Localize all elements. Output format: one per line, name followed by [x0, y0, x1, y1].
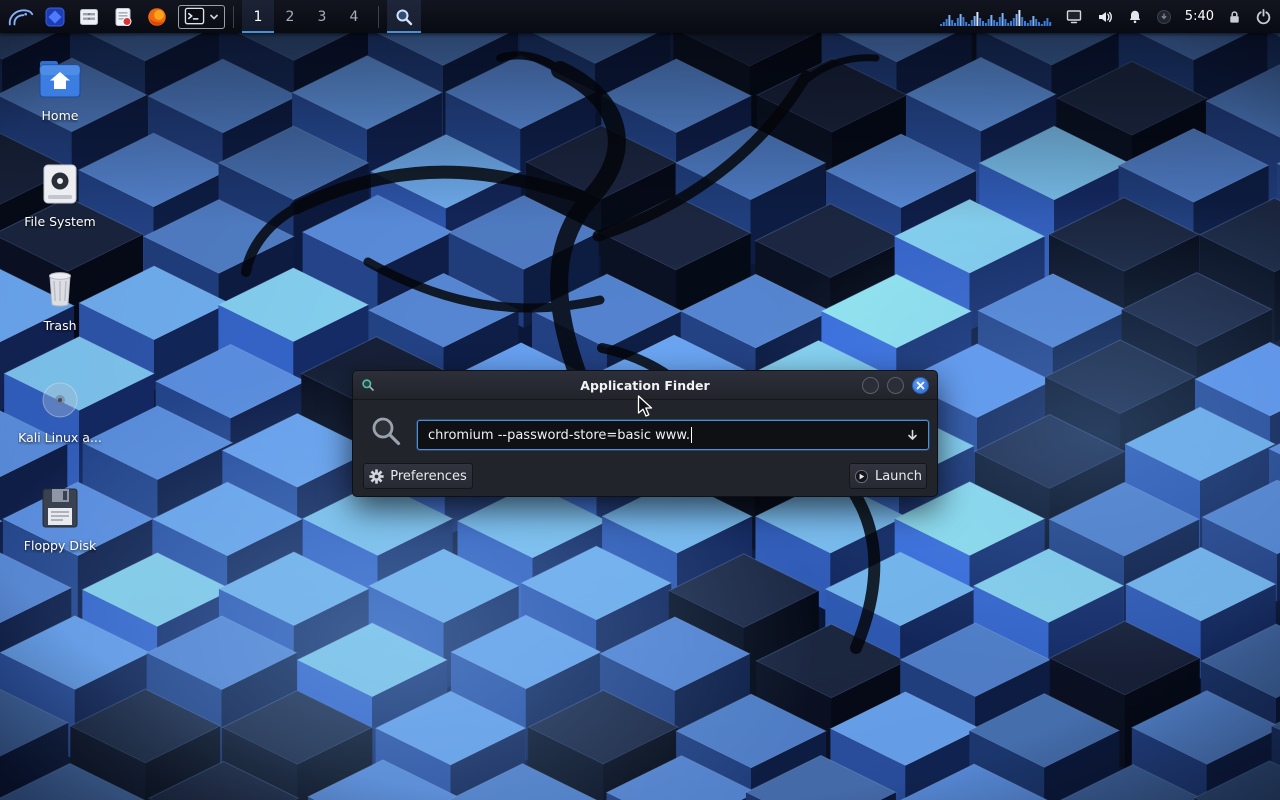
notifications-bell-icon: [1127, 9, 1143, 25]
preferences-label: Preferences: [390, 469, 466, 484]
display-icon: [1065, 9, 1083, 25]
application-finder-window: Application Finder chromium --password-s…: [352, 370, 938, 497]
kali-disc-icon: [38, 378, 82, 422]
taskbar-app-finder-button[interactable]: [387, 0, 421, 33]
maximize-button[interactable]: [887, 377, 904, 394]
status-indicator-button[interactable]: [1156, 0, 1172, 33]
search-input[interactable]: chromium --password-store=basic www.: [417, 420, 929, 450]
launch-icon: [854, 469, 869, 484]
workspace-app-icon: [44, 6, 66, 28]
notifications-button[interactable]: [1127, 0, 1143, 33]
lock-screen-button[interactable]: [1227, 0, 1242, 33]
workspace-button-4[interactable]: 4: [338, 0, 370, 33]
status-circle-icon: [1156, 9, 1172, 25]
launcher-workspace-app[interactable]: [38, 0, 72, 33]
launch-label: Launch: [875, 469, 922, 484]
logout-button[interactable]: [1255, 0, 1272, 33]
clock[interactable]: 5:40: [1185, 0, 1214, 33]
kali-menu-button[interactable]: [4, 0, 38, 33]
desktop-icon-label: Home: [42, 108, 79, 123]
workspace-label: 4: [350, 9, 359, 25]
workspace-button-1[interactable]: 1: [242, 0, 274, 33]
lock-icon: [1227, 9, 1242, 25]
gear-icon: [369, 469, 384, 484]
close-button[interactable]: [912, 377, 929, 394]
dropdown-arrow-icon[interactable]: [906, 429, 919, 442]
desktop-icon-label: Floppy Disk: [24, 538, 96, 553]
workspace-label: 2: [286, 9, 295, 25]
terminal-icon: [184, 6, 205, 27]
search-icon: [370, 415, 402, 447]
workspace-button-3[interactable]: 3: [306, 0, 338, 33]
desktop-icon-label: Trash: [43, 318, 76, 333]
window-title: Application Finder: [353, 378, 937, 393]
kali-menu-icon: [7, 5, 35, 29]
launcher-terminal[interactable]: [178, 5, 225, 29]
file-manager-icon: [78, 6, 100, 28]
window-controls: [862, 377, 937, 394]
desktop-icon-label: Kali Linux a...: [18, 430, 102, 445]
chevron-down-icon: [209, 13, 219, 21]
workspace-button-2[interactable]: 2: [274, 0, 306, 33]
display-settings-button[interactable]: [1065, 0, 1083, 33]
floppy-disk-icon: [37, 486, 83, 530]
workspace-label: 1: [254, 9, 263, 25]
preferences-button[interactable]: Preferences: [363, 463, 473, 489]
launcher-firefox[interactable]: [140, 0, 174, 33]
close-icon: [916, 381, 925, 390]
home-folder-icon: [36, 58, 84, 100]
top-panel: 1 2 3 4: [0, 0, 1280, 33]
clock-text: 5:40: [1185, 9, 1214, 24]
volume-icon: [1096, 9, 1114, 25]
minimize-button[interactable]: [862, 377, 879, 394]
titlebar[interactable]: Application Finder: [353, 371, 937, 400]
launcher-file-manager[interactable]: [72, 0, 106, 33]
launcher-text-editor[interactable]: [106, 0, 140, 33]
search-input-value: chromium --password-store=basic www.: [428, 428, 690, 443]
panel-tray: 5:40: [940, 0, 1280, 33]
volume-button[interactable]: [1096, 0, 1114, 33]
trash-icon: [36, 266, 84, 310]
workspace-label: 3: [318, 9, 327, 25]
file-system-drive-icon: [36, 162, 84, 206]
panel-separator: [378, 6, 379, 28]
power-icon: [1255, 8, 1272, 25]
desktop-icon-floppy-disk[interactable]: Floppy Disk: [8, 484, 112, 553]
firefox-icon: [146, 6, 168, 28]
desktop-icon-kali-linux[interactable]: Kali Linux a...: [8, 376, 112, 445]
desktop-icon-trash[interactable]: Trash: [8, 264, 112, 333]
launch-button[interactable]: Launch: [849, 463, 927, 489]
audio-spectrum: [940, 6, 1052, 28]
text-editor-icon: [112, 6, 134, 28]
text-caret: [691, 427, 692, 443]
panel-separator: [233, 6, 234, 28]
desktop-icon-file-system[interactable]: File System: [8, 160, 112, 229]
app-finder-icon: [394, 7, 414, 27]
desktop-icon-home[interactable]: Home: [8, 54, 112, 123]
window-app-finder-icon: [361, 378, 376, 393]
desktop-icon-label: File System: [24, 214, 96, 229]
